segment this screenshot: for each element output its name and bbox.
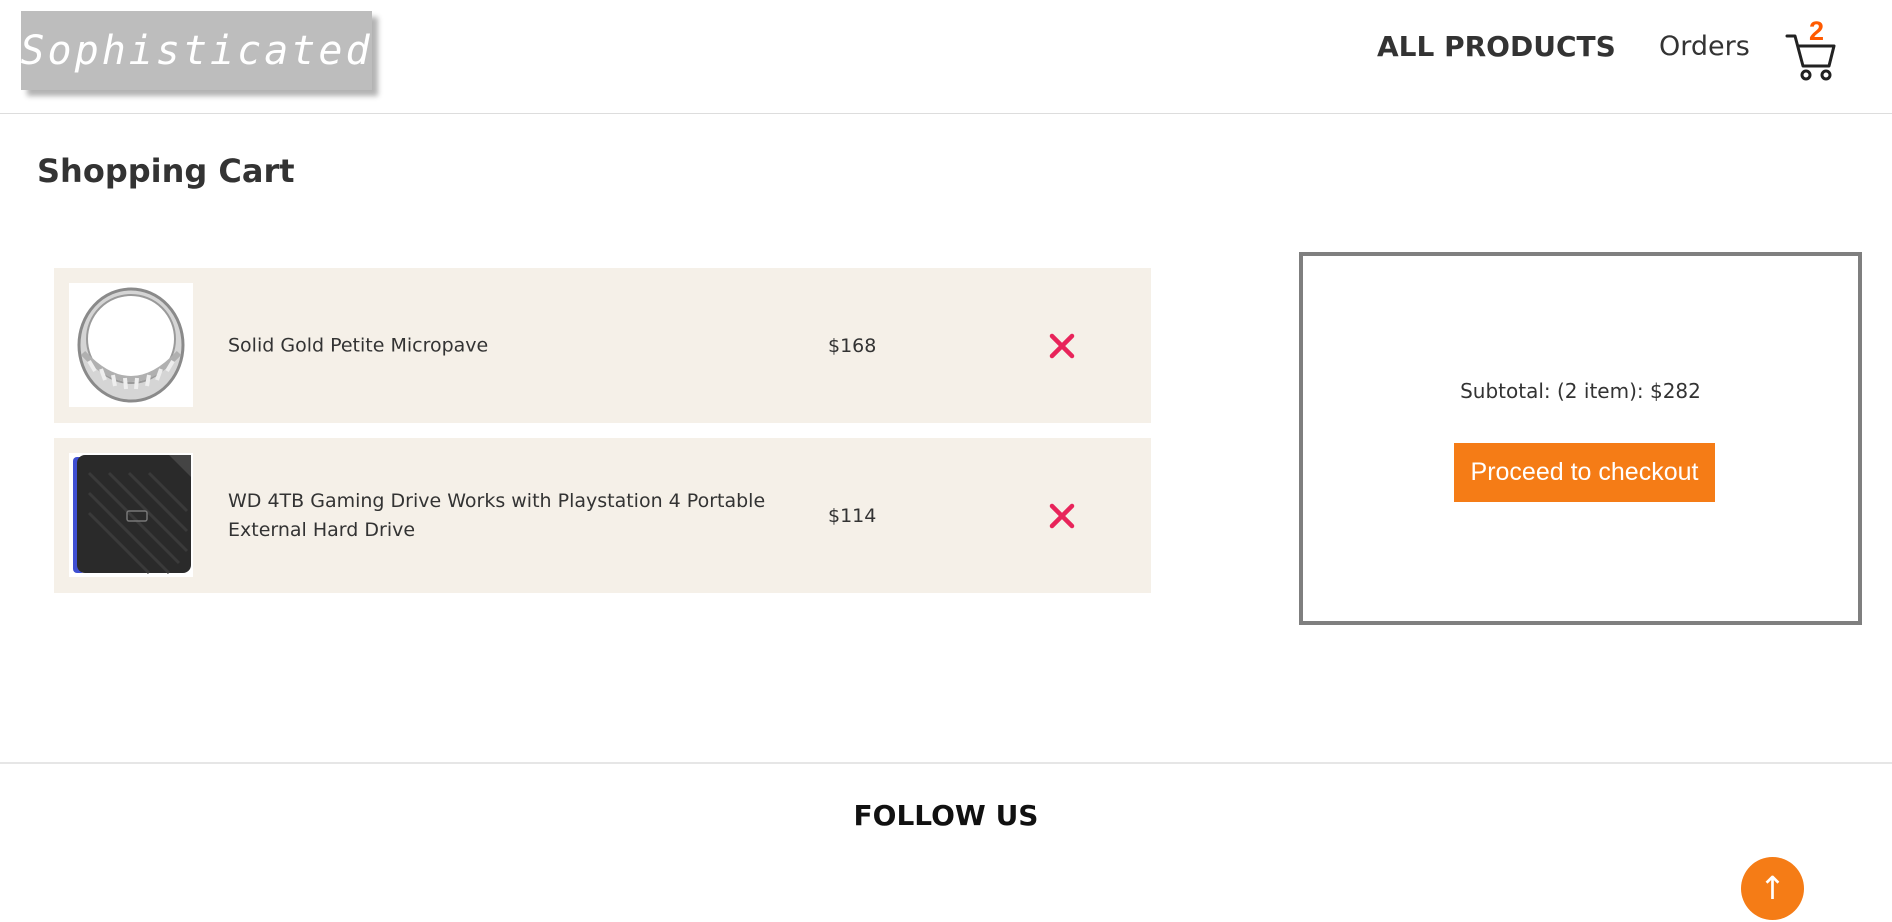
order-summary-box: Subtotal: (2 item): $282 Proceed to chec… — [1299, 252, 1862, 625]
hard-drive-image — [69, 453, 193, 577]
product-image-ring[interactable] — [69, 283, 193, 407]
cart-item-price: $168 — [828, 334, 877, 357]
cart-item: Solid Gold Petite Micropave $168 — [54, 268, 1151, 423]
follow-us-heading: FOLLOW US — [853, 799, 1039, 832]
logo-text: Sophisticated — [20, 27, 373, 74]
remove-item-button[interactable] — [1047, 501, 1077, 531]
site-logo[interactable]: Sophisticated — [20, 11, 373, 90]
site-header: Sophisticated ALL PRODUCTS Orders 2 — [0, 0, 1892, 114]
cart-icon — [1785, 34, 1836, 81]
close-icon — [1049, 503, 1075, 528]
cart-button[interactable]: 2 — [1785, 16, 1845, 84]
remove-item-button[interactable] — [1047, 331, 1077, 361]
subtotal-text: Subtotal: (2 item): $282 — [1460, 379, 1701, 403]
cart-item-name[interactable]: WD 4TB Gaming Drive Works with Playstati… — [228, 487, 788, 545]
close-icon — [1049, 333, 1075, 358]
product-image-hard-drive[interactable] — [69, 453, 193, 577]
page-title: Shopping Cart — [37, 152, 295, 190]
cart-item: WD 4TB Gaming Drive Works with Playstati… — [54, 438, 1151, 593]
site-footer: FOLLOW US — [0, 762, 1892, 922]
proceed-to-checkout-button[interactable]: Proceed to checkout — [1454, 443, 1715, 502]
cart-item-name[interactable]: Solid Gold Petite Micropave — [228, 331, 788, 360]
nav-orders-link[interactable]: Orders — [1659, 31, 1750, 62]
cart-item-price: $114 — [828, 504, 877, 527]
nav-all-products-link[interactable]: ALL PRODUCTS — [1377, 30, 1616, 63]
cart-items-list: Solid Gold Petite Micropave $168 WD 4TB … — [54, 268, 1151, 608]
arrow-up-icon: ↑ — [1759, 869, 1786, 907]
ring-image — [69, 283, 193, 407]
scroll-to-top-button[interactable]: ↑ — [1741, 857, 1804, 920]
